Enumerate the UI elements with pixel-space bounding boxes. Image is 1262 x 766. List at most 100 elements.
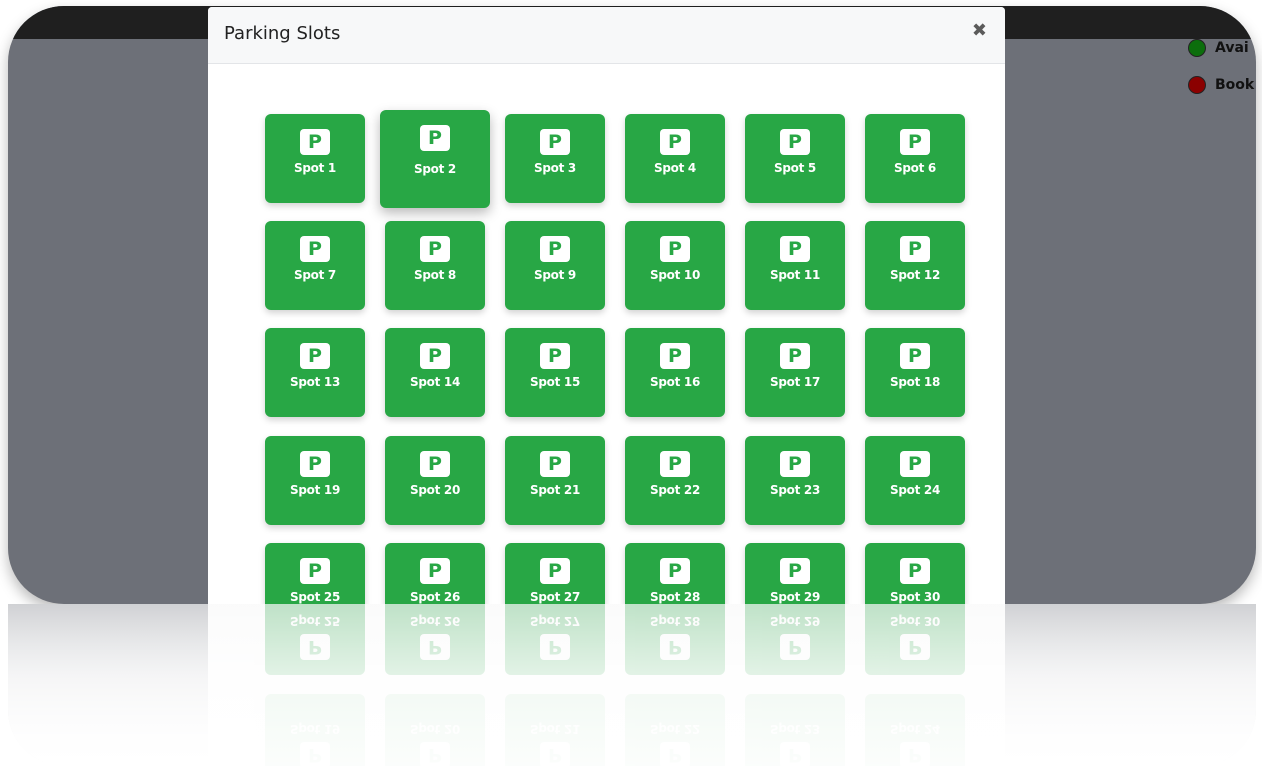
spot-label: Spot 17 (770, 375, 820, 389)
spot-label: Spot 10 (650, 268, 700, 282)
parking-spot[interactable]: P Spot 29 (745, 543, 845, 604)
parking-icon: P (900, 451, 930, 477)
parking-icon: P (900, 558, 930, 584)
spot-label: Spot 25 (290, 590, 340, 604)
parking-spot[interactable]: P Spot 12 (865, 221, 965, 310)
parking-spot[interactable]: P Spot 4 (625, 114, 725, 203)
parking-spot[interactable]: P Spot 8 (385, 221, 485, 310)
spot-label: Spot 3 (534, 161, 576, 175)
spot-label: Spot 9 (534, 268, 576, 282)
spot-label: Spot 29 (770, 590, 820, 604)
parking-spot[interactable]: P Spot 6 (865, 114, 965, 203)
parking-spot[interactable]: P Spot 28 (625, 543, 725, 604)
parking-spot[interactable]: P Spot 14 (385, 328, 485, 417)
parking-spot[interactable]: P Spot 16 (625, 328, 725, 417)
parking-slots-modal: Parking Slots ✖ P Spot 1 P Spot 2 P Spot 3 P Sp… (208, 7, 1005, 604)
spot-label: Spot 28 (650, 590, 700, 604)
spot-label: Spot 30 (890, 590, 940, 604)
parking-spot[interactable]: P Spot 3 (505, 114, 605, 203)
parking-spot[interactable]: P Spot 11 (745, 221, 845, 310)
parking-spot[interactable]: P Spot 26 (385, 543, 485, 604)
screenshot-stage: Avai Book Parking Slots ✖ P Spot 1 P Spot 2P… (0, 0, 1262, 766)
parking-spot[interactable]: P Spot 20 (385, 436, 485, 525)
parking-icon: P (540, 129, 570, 155)
legend-item: Avai (1188, 39, 1249, 57)
spot-label: Spot 19 (290, 483, 340, 497)
parking-icon: P (780, 343, 810, 369)
spot-label: Spot 7 (294, 268, 336, 282)
modal-title: Parking Slots (224, 23, 341, 44)
spot-label: Spot 15 (530, 375, 580, 389)
spot-label: Spot 14 (410, 375, 460, 389)
parking-icon: P (300, 343, 330, 369)
parking-spot[interactable]: P Spot 7 (265, 221, 365, 310)
parking-icon: P (420, 451, 450, 477)
spot-label: Spot 24 (890, 483, 940, 497)
spot-label: Spot 13 (290, 375, 340, 389)
spot-label: Spot 26 (410, 590, 460, 604)
spot-label: Spot 27 (530, 590, 580, 604)
spot-label: Spot 18 (890, 375, 940, 389)
spot-label: Spot 16 (650, 375, 700, 389)
parking-icon: P (900, 343, 930, 369)
spot-label: Spot 8 (414, 268, 456, 282)
spot-label: Spot 12 (890, 268, 940, 282)
spot-label: Spot 1 (294, 161, 336, 175)
spot-label: Spot 23 (770, 483, 820, 497)
parking-icon: P (780, 558, 810, 584)
parking-spot[interactable]: P Spot 27 (505, 543, 605, 604)
modal-header: Parking Slots ✖ (208, 7, 1005, 64)
parking-icon: P (420, 236, 450, 262)
parking-icon: P (900, 236, 930, 262)
parking-spot[interactable]: P Spot 15 (505, 328, 605, 417)
parking-spot[interactable]: P Spot 21 (505, 436, 605, 525)
close-icon[interactable]: ✖ (972, 21, 987, 41)
spot-label: Spot 11 (770, 268, 820, 282)
parking-spot[interactable]: P Spot 25 (265, 543, 365, 604)
parking-icon: P (300, 236, 330, 262)
parking-spot[interactable]: P Spot 9 (505, 221, 605, 310)
parking-icon: P (660, 451, 690, 477)
parking-spot[interactable]: P Spot 13 (265, 328, 365, 417)
parking-spot[interactable]: P Spot 17 (745, 328, 845, 417)
parking-spot[interactable]: P Spot 22 (625, 436, 725, 525)
parking-icon: P (660, 343, 690, 369)
parking-icon: P (540, 236, 570, 262)
parking-icon: P (540, 558, 570, 584)
parking-icon: P (660, 558, 690, 584)
parking-spot[interactable]: P Spot 18 (865, 328, 965, 417)
parking-spot[interactable]: P Spot 19 (265, 436, 365, 525)
parking-icon: P (780, 236, 810, 262)
parking-icon: P (420, 558, 450, 584)
app-screen: Avai Book Parking Slots ✖ P Spot 1 P Spot 2P… (8, 6, 1256, 604)
legend-label: Book (1215, 77, 1255, 93)
parking-spot[interactable]: P Spot 10 (625, 221, 725, 310)
parking-icon: P (780, 451, 810, 477)
parking-icon: P (300, 558, 330, 584)
parking-icon: P (660, 236, 690, 262)
parking-spot[interactable]: P Spot 23 (745, 436, 845, 525)
parking-icon: P (420, 343, 450, 369)
parking-icon: P (420, 125, 450, 151)
spot-label: Spot 22 (650, 483, 700, 497)
parking-spot[interactable]: P Spot 30 (865, 543, 965, 604)
spot-label: Spot 21 (530, 483, 580, 497)
legend-dot (1188, 76, 1206, 94)
parking-icon: P (660, 129, 690, 155)
parking-spot[interactable]: P Spot 1 (265, 114, 365, 203)
spot-label: Spot 6 (894, 161, 936, 175)
parking-spot[interactable]: P Spot 5 (745, 114, 845, 203)
parking-spot[interactable]: P Spot 2 (380, 110, 490, 208)
spot-label: Spot 2 (414, 162, 456, 176)
parking-icon: P (300, 451, 330, 477)
spot-label: Spot 20 (410, 483, 460, 497)
parking-icon: P (300, 129, 330, 155)
screen-reflection: PSpot 25PSpot 26PSpot 27PSpot 28PSpot 29… (8, 604, 1256, 766)
parking-spot[interactable]: P Spot 24 (865, 436, 965, 525)
spot-label: Spot 4 (654, 161, 696, 175)
parking-icon: P (540, 343, 570, 369)
parking-icon: P (780, 129, 810, 155)
parking-icon: P (900, 129, 930, 155)
legend-label: Avai (1215, 40, 1249, 56)
legend-dot (1188, 39, 1206, 57)
